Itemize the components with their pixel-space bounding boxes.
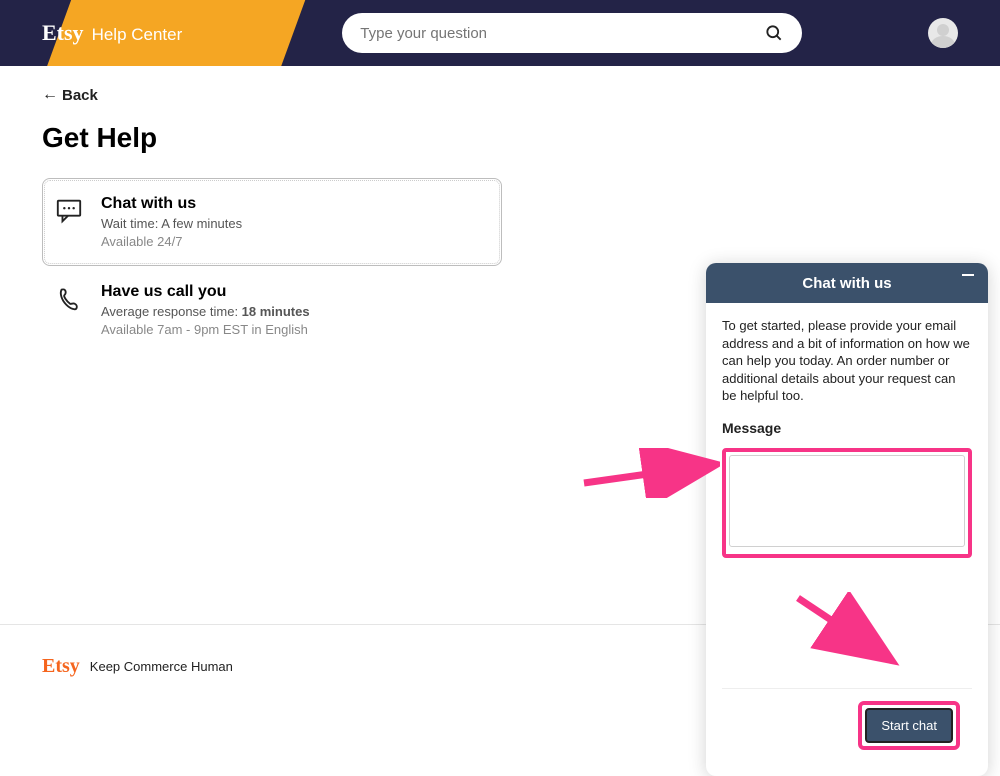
chat-intro-text: To get started, please provide your emai… — [722, 317, 972, 405]
start-chat-highlight: Start chat — [858, 701, 960, 750]
chat-header[interactable]: Chat with us — [706, 263, 988, 303]
option-chat[interactable]: Chat with us Wait time: A few minutes Av… — [42, 178, 502, 266]
minimize-icon[interactable] — [962, 274, 974, 276]
footer-logo: Etsy — [42, 655, 80, 678]
chat-message-label: Message — [722, 419, 972, 438]
option-call[interactable]: Have us call you Average response time: … — [42, 266, 502, 354]
brand[interactable]: Etsy Help Center — [42, 20, 182, 46]
search-icon[interactable] — [764, 23, 784, 43]
chat-footer: Start chat — [722, 688, 972, 762]
annotation-arrow-icon — [580, 448, 720, 498]
option-chat-avail: Available 24/7 — [101, 234, 242, 249]
chat-message-input[interactable] — [729, 455, 965, 547]
chat-textarea-highlight — [722, 448, 972, 559]
brand-logo: Etsy — [42, 20, 84, 46]
option-call-title: Have us call you — [101, 283, 310, 301]
start-chat-button[interactable]: Start chat — [865, 708, 953, 743]
option-call-avail: Available 7am - 9pm EST in English — [101, 322, 310, 337]
app-header: Etsy Help Center — [0, 0, 1000, 66]
search-input[interactable] — [360, 25, 764, 42]
chat-bubble-icon — [55, 197, 83, 225]
back-label: Back — [62, 87, 98, 104]
chat-header-title: Chat with us — [802, 275, 891, 292]
option-call-sub-value: 18 minutes — [242, 304, 310, 319]
chat-body: To get started, please provide your emai… — [706, 303, 988, 776]
option-chat-sub: Wait time: A few minutes — [101, 216, 242, 231]
search-bar[interactable] — [342, 13, 802, 53]
phone-icon — [55, 285, 83, 313]
footer-tagline: Keep Commerce Human — [90, 659, 233, 674]
brand-subtitle: Help Center — [92, 25, 183, 45]
page-title: Get Help — [42, 122, 958, 154]
option-chat-title: Chat with us — [101, 195, 242, 213]
chat-widget: Chat with us To get started, please prov… — [706, 263, 988, 776]
back-arrow-icon: ← — [42, 86, 58, 104]
option-call-sub-prefix: Average response time: — [101, 304, 242, 319]
option-call-sub: Average response time: 18 minutes — [101, 304, 310, 319]
option-call-text: Have us call you Average response time: … — [101, 283, 310, 337]
option-chat-text: Chat with us Wait time: A few minutes Av… — [101, 195, 242, 249]
avatar[interactable] — [928, 18, 958, 48]
back-link[interactable]: ← Back — [42, 86, 98, 104]
